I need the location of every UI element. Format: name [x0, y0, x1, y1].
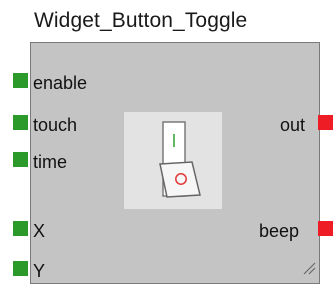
input-port-touch-label: touch [33, 115, 78, 135]
output-port-out-square[interactable] [318, 115, 333, 130]
input-port-x-square[interactable] [13, 221, 28, 236]
input-port-enable-square[interactable] [13, 73, 28, 88]
rocker-switch-icon[interactable] [124, 112, 222, 209]
output-port-out-label: out [280, 115, 306, 135]
input-port-y-square[interactable] [13, 261, 28, 276]
input-port-x-label: X [33, 221, 46, 241]
input-port-time-square[interactable] [13, 152, 28, 167]
resize-grip-icon[interactable] [300, 262, 316, 275]
input-port-y-label: Y [33, 261, 46, 281]
block-title: Widget_Button_Toggle [34, 9, 248, 32]
output-port-beep-square[interactable] [318, 221, 333, 236]
input-port-enable-label: enable [33, 73, 88, 93]
toggle-switch-widget[interactable] [124, 112, 222, 209]
output-port-beep-label: beep [259, 221, 300, 241]
input-port-touch-square[interactable] [13, 115, 28, 130]
input-port-time-label: time [33, 152, 68, 172]
